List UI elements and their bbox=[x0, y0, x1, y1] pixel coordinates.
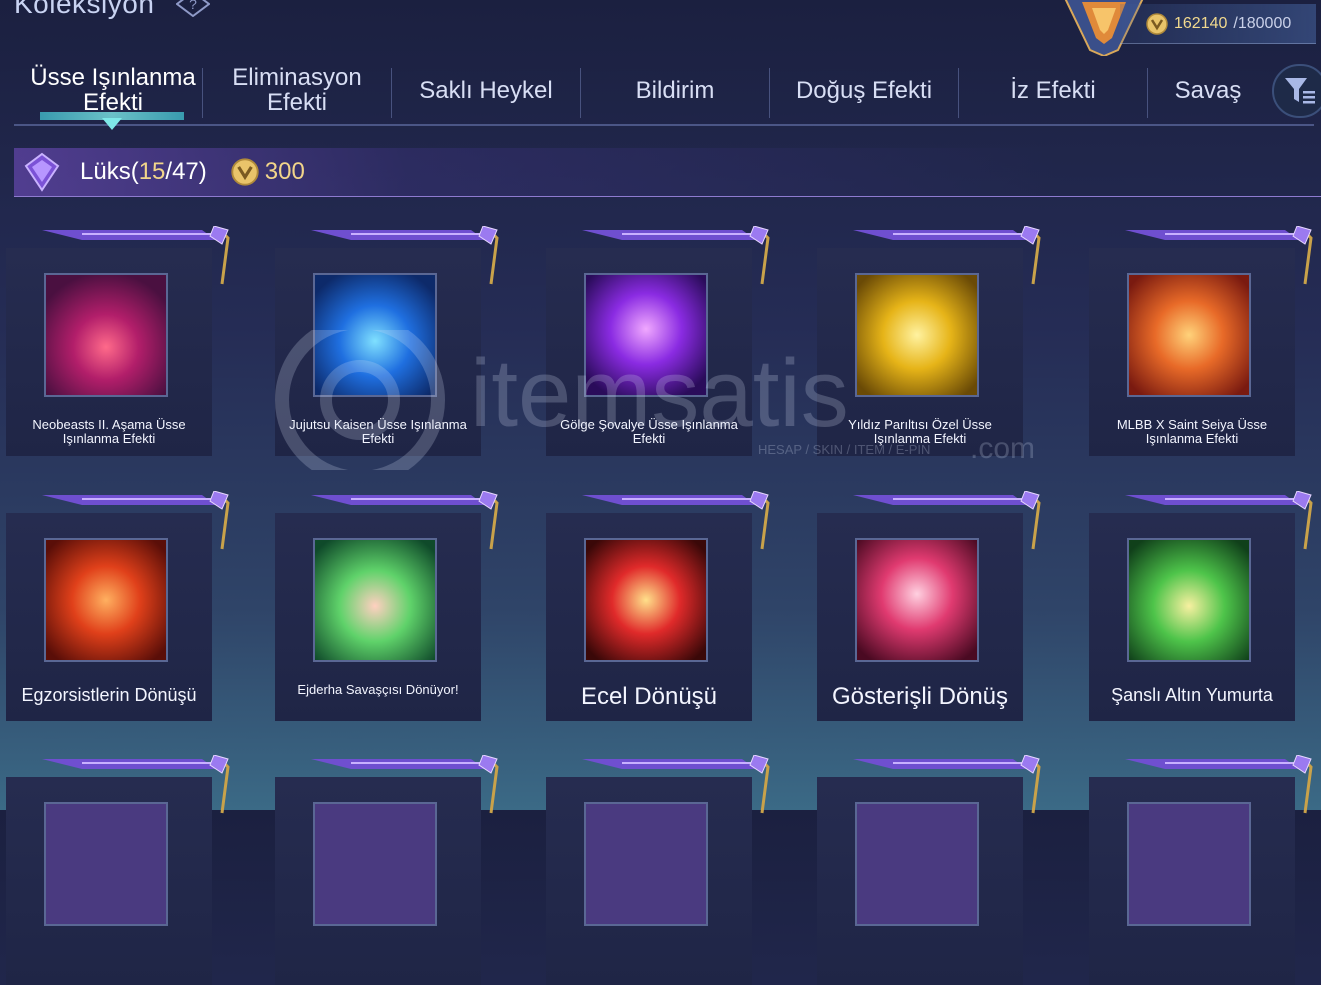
category-tabs: Üsse Işınlanma Efekti Eliminasyon Efekti… bbox=[14, 58, 1314, 130]
tab-battle[interactable]: Savaş bbox=[1148, 58, 1268, 122]
points-max-wrap: /180000 bbox=[1233, 15, 1291, 33]
tab-spawn-effect[interactable]: Doğuş Efekti bbox=[770, 58, 958, 122]
active-tab-arrow-icon bbox=[102, 118, 122, 130]
tab-notification[interactable]: Bildirim bbox=[581, 58, 769, 122]
card-corner-ornament bbox=[42, 225, 230, 286]
section-label: Lüks bbox=[80, 158, 131, 185]
rarity-section-header: Lüks ( 15 / 47 ) 300 bbox=[14, 148, 1321, 197]
card-corner-ornament bbox=[853, 225, 1041, 286]
effect-name: Jujutsu Kaisen Üsse Işınlanma Efekti bbox=[289, 417, 467, 446]
effect-thumbnail bbox=[313, 802, 437, 926]
points-current: 162140 bbox=[1174, 14, 1228, 32]
effect-thumbnail bbox=[44, 802, 168, 926]
filter-icon bbox=[1285, 78, 1315, 104]
effect-name: Egzorsistlerin Dönüşü bbox=[21, 685, 197, 705]
tab-label: İz Efekti bbox=[1010, 76, 1096, 104]
svg-text:?: ? bbox=[190, 0, 198, 12]
tab-label: Doğuş Efekti bbox=[795, 76, 933, 104]
luxury-gem-icon bbox=[24, 152, 60, 192]
points-max: 180000 bbox=[1237, 14, 1292, 32]
effect-name: Şanslı Altın Yumurta bbox=[1111, 685, 1273, 705]
effect-thumbnail bbox=[584, 802, 708, 926]
help-icon[interactable]: ? bbox=[176, 0, 211, 17]
count-slash: / bbox=[165, 158, 173, 185]
effect-thumbnail bbox=[44, 538, 168, 662]
tab-label: Saklı Heykel bbox=[419, 76, 553, 104]
tab-trail-effect[interactable]: İz Efekti bbox=[959, 58, 1147, 122]
card-corner-ornament bbox=[853, 754, 1041, 815]
effect-name: MLBB X Saint Seiya Üsse Işınlanma Efekti bbox=[1116, 417, 1268, 446]
effect-thumbnail bbox=[313, 538, 437, 662]
card-corner-ornament bbox=[1125, 490, 1313, 551]
card-corner-ornament bbox=[853, 490, 1041, 551]
filter-button[interactable] bbox=[1272, 64, 1321, 118]
owned-count: 15 bbox=[138, 158, 166, 185]
effect-thumbnail bbox=[1127, 802, 1251, 926]
count-open: ( bbox=[130, 158, 139, 185]
effect-name: Ecel Dönüşü bbox=[580, 683, 718, 710]
effect-thumbnail bbox=[584, 538, 708, 662]
tab-label: Savaş bbox=[1174, 76, 1242, 104]
tab-label: Eliminasyon Efekti bbox=[232, 64, 362, 116]
section-price: 300 bbox=[264, 158, 305, 185]
battle-point-coin-icon bbox=[231, 158, 259, 186]
card-corner-ornament bbox=[42, 754, 230, 815]
battle-points-display: 162140/180000 bbox=[1120, 4, 1316, 44]
card-corner-ornament bbox=[311, 225, 499, 286]
effect-name: Neobeasts II. Aşama Üsse Işınlanma Efekt… bbox=[32, 417, 186, 446]
card-corner-ornament bbox=[582, 754, 770, 815]
effect-thumbnail bbox=[44, 273, 168, 397]
total-count: 47 bbox=[172, 158, 199, 185]
effect-thumbnail bbox=[855, 802, 979, 926]
effect-name: Gösterişli Dönüş bbox=[831, 683, 1009, 710]
battle-point-coin-icon bbox=[1146, 12, 1168, 35]
card-corner-ornament bbox=[311, 754, 499, 815]
tab-label: Üsse Işınlanma Efekti bbox=[30, 64, 196, 116]
tab-label: Bildirim bbox=[635, 76, 715, 104]
effect-name: Yıldız Parıltısı Özel Üsse Işınlanma Efe… bbox=[848, 417, 992, 446]
card-corner-ornament bbox=[1125, 754, 1313, 815]
effect-thumbnail bbox=[584, 273, 708, 397]
tab-hidden-statue[interactable]: Saklı Heykel bbox=[392, 58, 580, 122]
card-corner-ornament bbox=[42, 490, 230, 551]
effect-name: Ejderha Savaşçısı Dönüyor! bbox=[297, 682, 459, 697]
count-close: ) bbox=[198, 158, 207, 185]
header: Koleksiyon ? bbox=[14, 0, 211, 20]
card-corner-ornament bbox=[582, 225, 770, 286]
card-corner-ornament bbox=[1125, 225, 1313, 286]
card-corner-ornament bbox=[582, 490, 770, 551]
effect-thumbnail bbox=[1127, 538, 1251, 662]
effect-thumbnail bbox=[1127, 273, 1251, 397]
page-title: Koleksiyon bbox=[14, 0, 155, 19]
effect-name: Gölge Şovalye Üsse Işınlanma Efekti bbox=[560, 417, 738, 446]
effect-thumbnail bbox=[313, 273, 437, 397]
tab-elimination[interactable]: Eliminasyon Efekti bbox=[203, 58, 391, 122]
card-corner-ornament bbox=[311, 490, 499, 551]
effect-thumbnail bbox=[855, 273, 979, 397]
effect-thumbnail bbox=[855, 538, 979, 662]
